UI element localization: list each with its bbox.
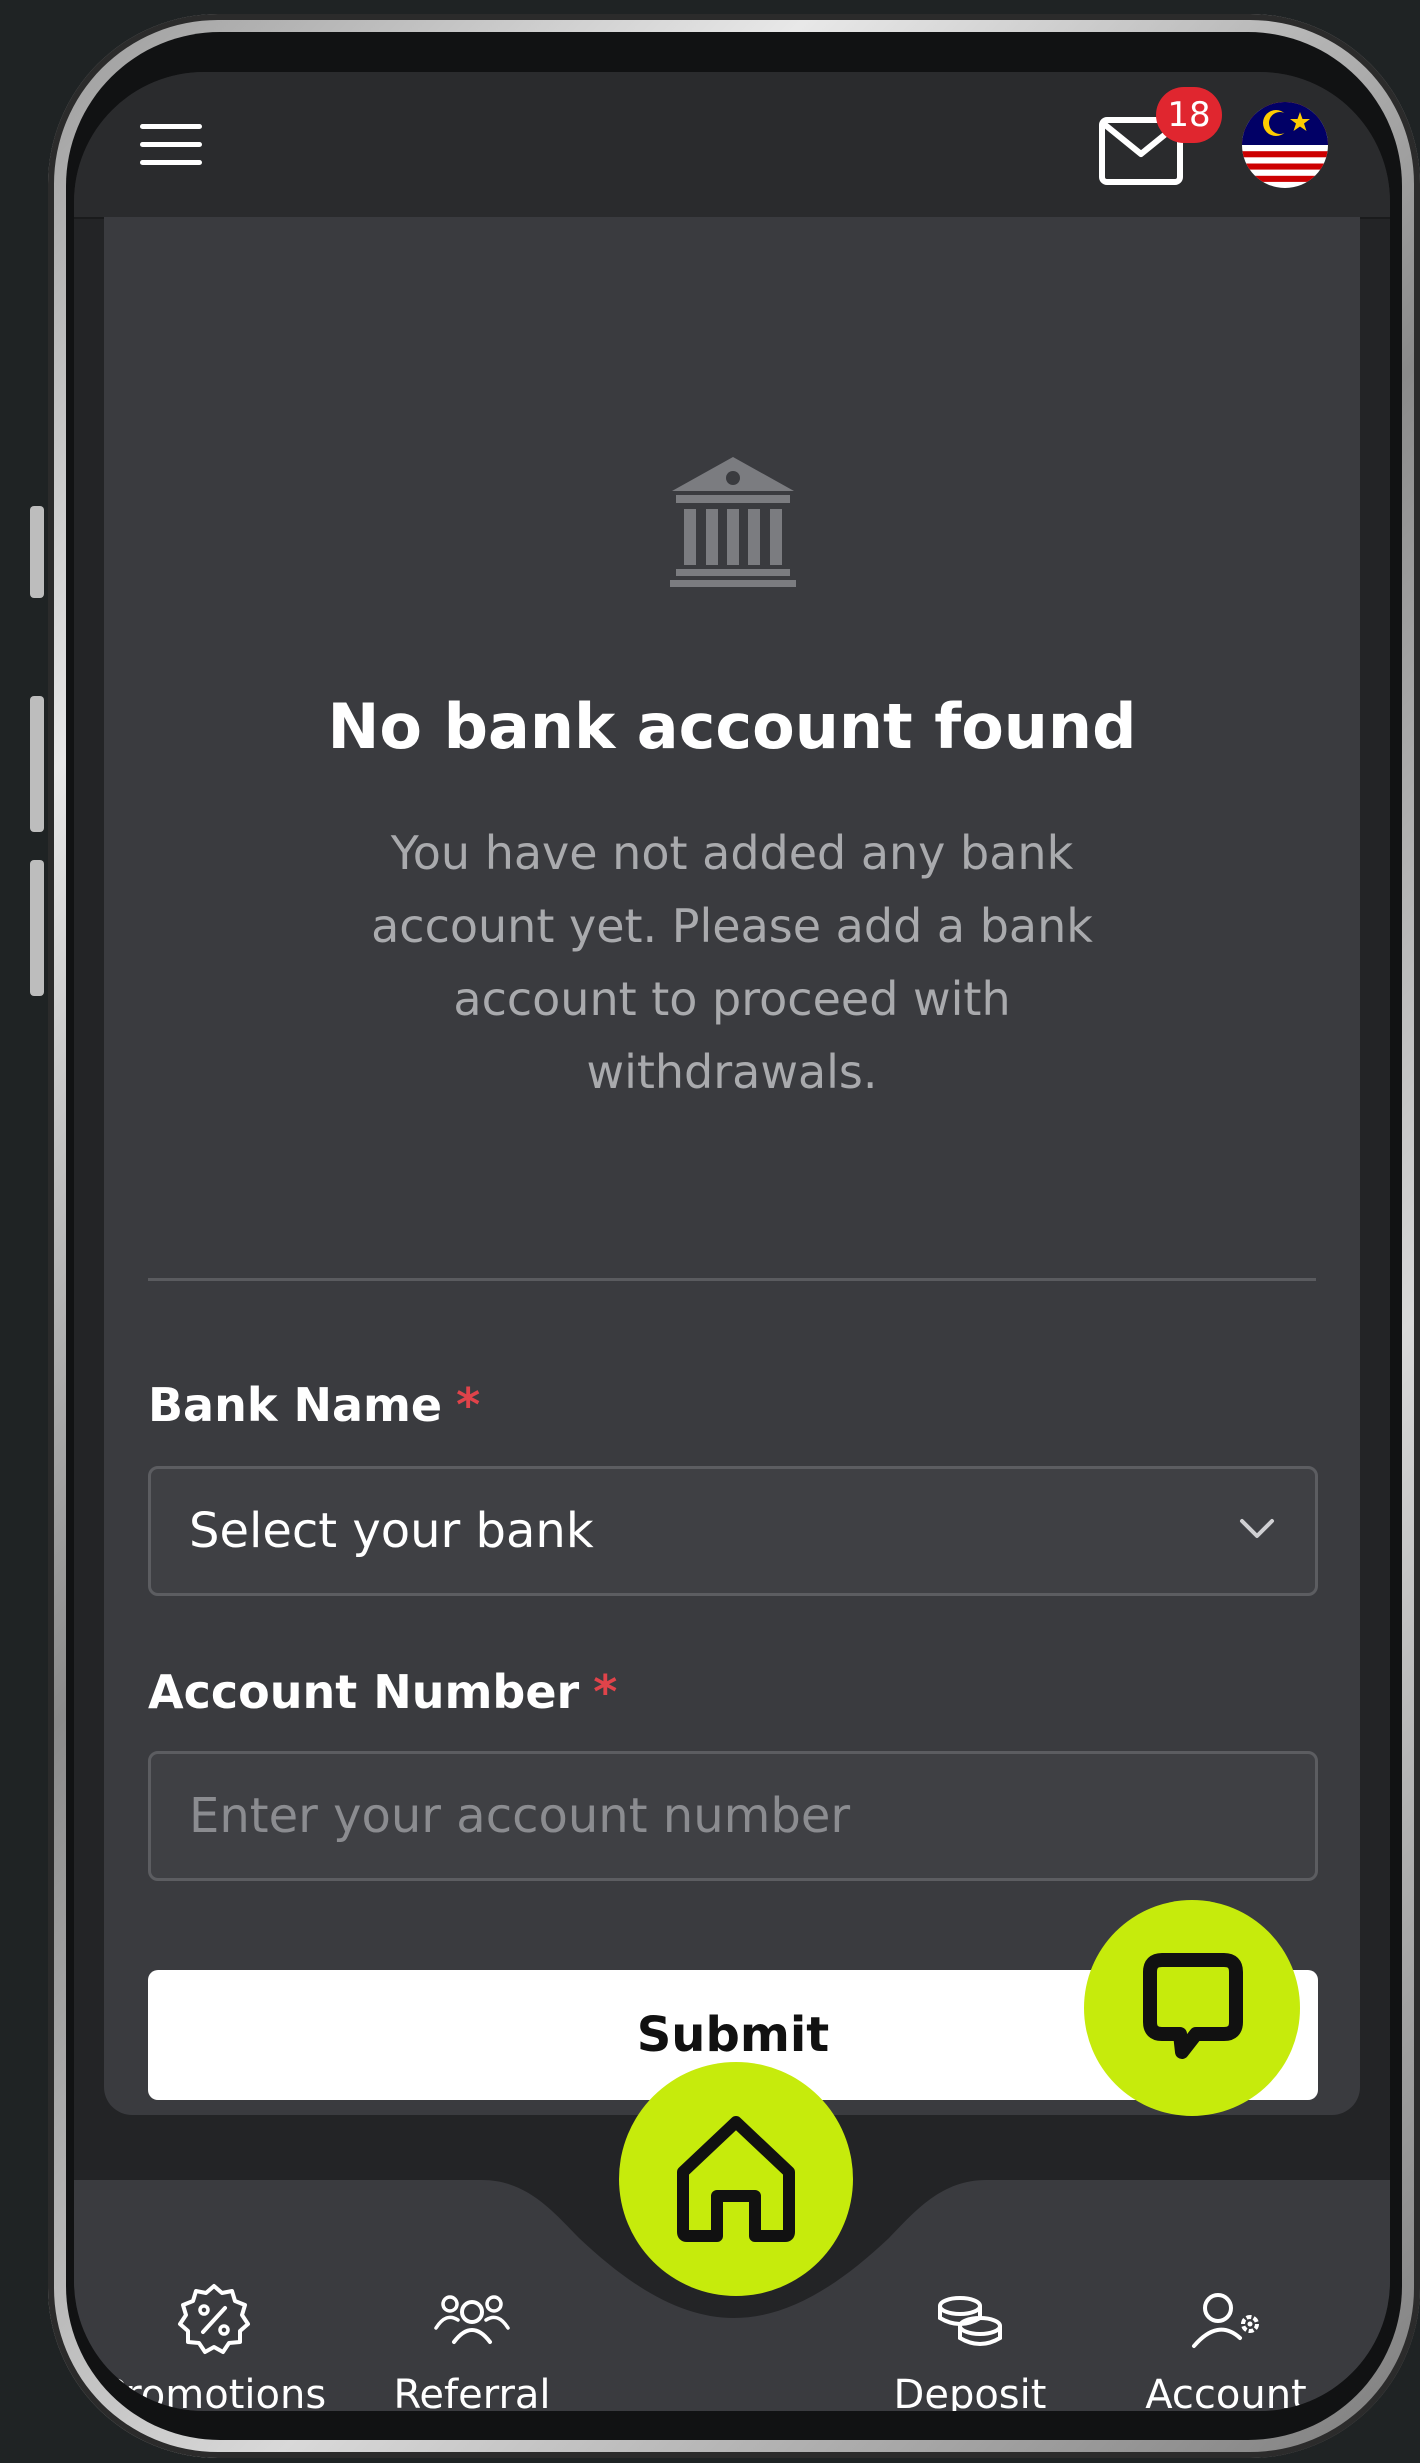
coins-icon xyxy=(938,2296,1002,2346)
account-number-label-text: Account Number xyxy=(148,1665,580,1719)
empty-state-description: You have not added any bank account yet.… xyxy=(371,826,1093,1099)
nav-label-promotions: Promotions xyxy=(101,2372,327,2411)
section-divider xyxy=(148,1278,1316,1281)
phone-side-button xyxy=(30,696,44,832)
empty-state-title: No bank account found xyxy=(327,690,1137,763)
unread-badge: 18 xyxy=(1156,87,1222,143)
malaysia-flag-icon[interactable] xyxy=(1242,102,1328,188)
nav-item-deposit[interactable]: Deposit xyxy=(840,2280,1100,2411)
home-icon xyxy=(677,2116,795,2242)
hamburger-icon[interactable] xyxy=(140,120,204,170)
nav-item-referral[interactable]: Referral xyxy=(342,2280,602,2411)
nav-item-account[interactable]: Account xyxy=(1096,2280,1356,2411)
chat-bubble-icon xyxy=(1143,1953,1243,2059)
required-asterisk: * xyxy=(593,1665,618,1719)
bank-name-select[interactable]: Select your bank xyxy=(148,1466,1318,1596)
nav-label-account: Account xyxy=(1145,2372,1307,2411)
home-button[interactable] xyxy=(619,2062,853,2296)
bank-icon xyxy=(670,457,796,587)
account-number-field[interactable] xyxy=(148,1751,1318,1881)
phone-side-button xyxy=(30,506,44,598)
nav-item-promotions[interactable]: Promotions xyxy=(84,2280,344,2411)
bank-account-card: No bank account found You have not added… xyxy=(104,217,1360,2115)
users-icon xyxy=(434,2295,510,2344)
app-screen: 18 No bank account found You have not ad… xyxy=(74,72,1390,2411)
percent-badge-icon xyxy=(178,2284,250,2354)
chevron-down-icon xyxy=(1240,1519,1274,1538)
top-header: 18 xyxy=(74,72,1390,219)
bank-name-selected-value: Select your bank xyxy=(189,1503,594,1559)
bank-name-label: Bank Name * xyxy=(148,1375,480,1435)
nav-label-deposit: Deposit xyxy=(893,2372,1047,2411)
nav-label-referral: Referral xyxy=(393,2372,551,2411)
required-asterisk: * xyxy=(456,1378,481,1432)
account-number-label: Account Number * xyxy=(148,1662,617,1722)
bank-name-label-text: Bank Name xyxy=(148,1378,443,1432)
account-number-input[interactable] xyxy=(151,1754,1315,1878)
live-chat-button[interactable] xyxy=(1084,1900,1300,2116)
user-settings-icon xyxy=(1192,2293,1259,2348)
phone-side-button xyxy=(30,860,44,996)
